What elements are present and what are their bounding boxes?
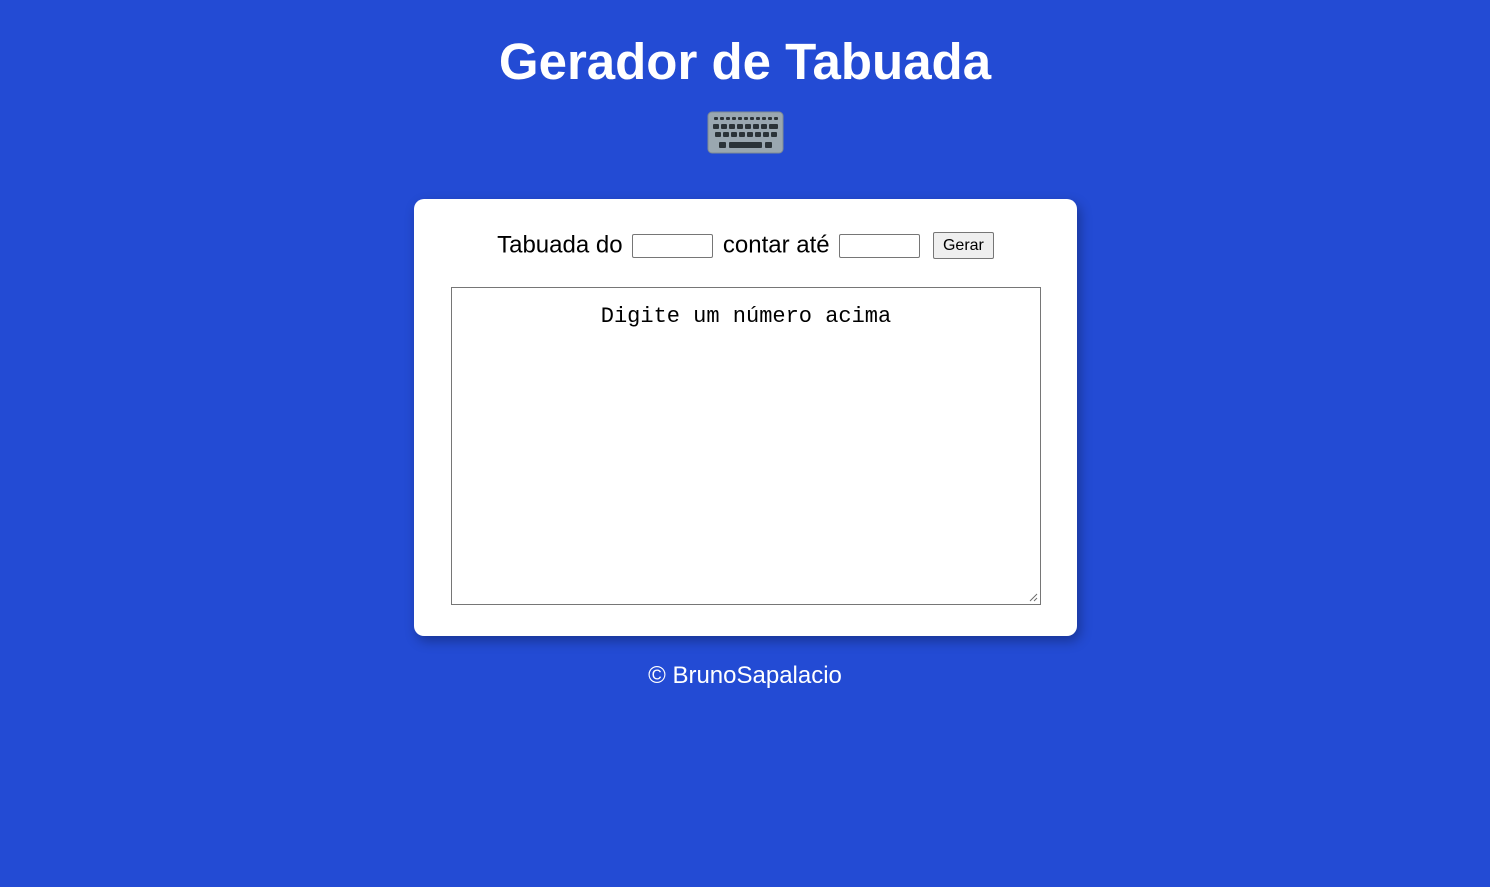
gerar-button[interactable]: Gerar bbox=[932, 232, 994, 260]
resize-grip-icon[interactable] bbox=[1028, 592, 1038, 602]
tabuada-form: Tabuada do contar até Gerar bbox=[414, 229, 1077, 262]
footer-copyright: © BrunoSapalacio bbox=[648, 662, 842, 689]
page: Gerador de Tabuada Tabuada do contar até… bbox=[0, 0, 1490, 887]
number-input[interactable] bbox=[632, 233, 714, 258]
label-tabuada-do: Tabuada do bbox=[497, 231, 623, 259]
limit-input[interactable] bbox=[839, 233, 921, 258]
keyboard-icon bbox=[707, 111, 784, 154]
output-textarea[interactable]: Digite um número acima bbox=[451, 287, 1041, 605]
label-contar-ate: contar até bbox=[722, 231, 830, 259]
page-title: Gerador de Tabuada bbox=[498, 33, 992, 90]
tabuada-card: Tabuada do contar até Gerar Digite um nú… bbox=[414, 199, 1077, 636]
output-text: Digite um número acima bbox=[600, 304, 892, 329]
